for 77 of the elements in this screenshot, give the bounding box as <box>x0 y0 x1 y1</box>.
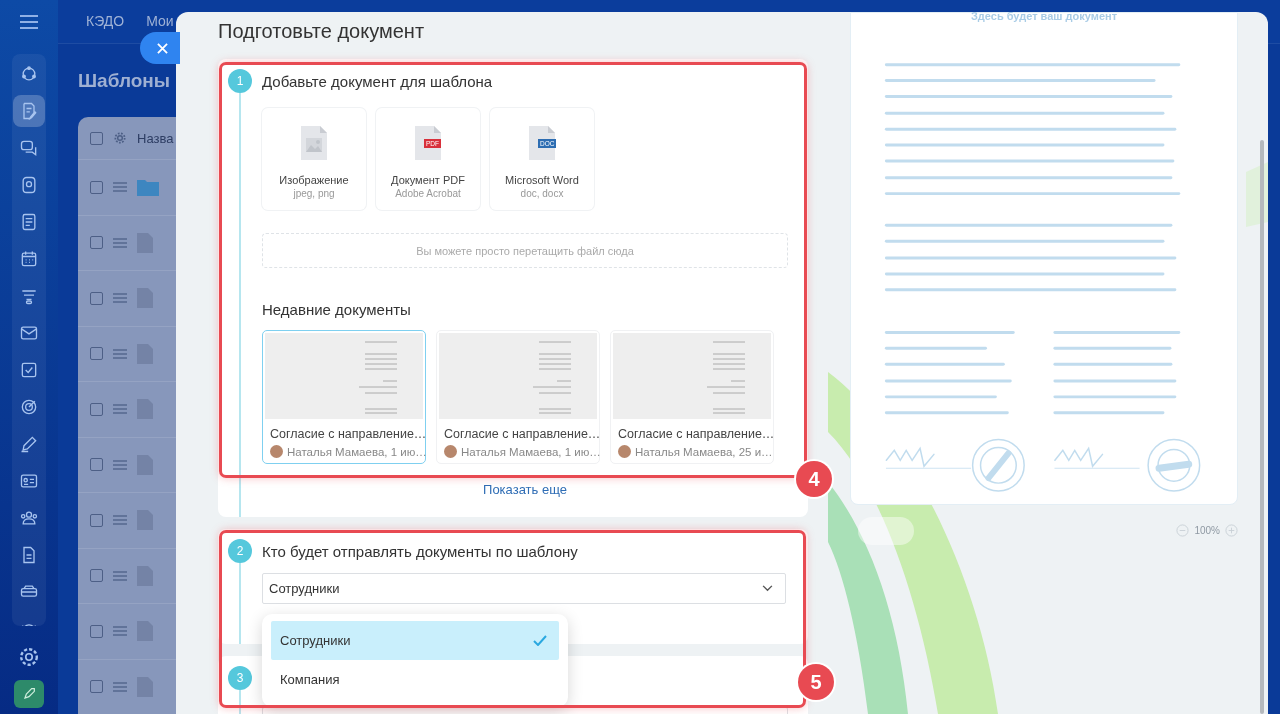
page-title: Шаблоны <box>78 70 171 92</box>
step-number: 2 <box>228 539 252 563</box>
zoom-in-icon[interactable] <box>1225 524 1238 537</box>
checkbox[interactable] <box>90 347 103 361</box>
drag-handle-icon[interactable] <box>113 293 127 304</box>
chat-icon <box>19 138 39 158</box>
panel-title: Подготовьте документ <box>218 20 426 43</box>
document-title: Согласие с направление… <box>444 427 597 441</box>
avatar <box>270 445 283 458</box>
step-title: Добавьте документ для шаблона <box>262 73 494 91</box>
step-number: 1 <box>228 69 252 93</box>
menu-icon[interactable] <box>18 12 40 32</box>
calendar-icon <box>19 249 39 269</box>
drag-handle-icon[interactable] <box>113 626 127 637</box>
checkbox[interactable] <box>90 569 103 583</box>
document-meta: Наталья Мамаева, 25 и… <box>635 445 773 458</box>
document-title: Согласие с направление… <box>270 427 423 441</box>
chevron-down-icon <box>762 585 773 592</box>
option-hint: jpeg, png <box>293 188 335 199</box>
recent-document-card[interactable]: Согласие с направление… Наталья Мамаева, 25 и… <box>610 330 774 464</box>
option-label: Документ PDF <box>391 174 465 186</box>
drag-handle-icon[interactable] <box>113 348 127 359</box>
document-meta: Наталья Мамаева, 1 ию… <box>461 445 601 458</box>
drag-handle-icon[interactable] <box>113 404 127 415</box>
sidebar-item[interactable] <box>13 95 45 127</box>
drag-handle-icon[interactable] <box>113 182 127 193</box>
checkbox[interactable] <box>90 458 103 472</box>
scrollbar[interactable] <box>1260 140 1264 714</box>
target-icon <box>19 397 39 417</box>
show-more-link[interactable]: Показать еще <box>483 464 567 513</box>
drag-handle-icon[interactable] <box>113 459 127 470</box>
select-field[interactable]: Сотрудники <box>262 573 786 604</box>
folder-icon <box>137 178 159 197</box>
step-number: 3 <box>228 666 252 690</box>
avatar <box>444 445 457 458</box>
checkbox[interactable] <box>90 180 103 194</box>
drag-handle-icon[interactable] <box>113 237 127 248</box>
option-hint: doc, docx <box>520 188 564 199</box>
recent-document-card[interactable]: Согласие с направление… Наталья Мамаева, 1 ию… <box>436 330 600 464</box>
drag-handle-icon[interactable] <box>113 681 127 692</box>
zoom-level: 100% <box>1194 525 1220 536</box>
column-header: Назва <box>137 130 174 146</box>
checkbox[interactable] <box>90 680 103 694</box>
check-icon <box>533 635 547 646</box>
nav-tab[interactable]: КЭДО <box>86 14 125 29</box>
dropdown-option[interactable]: Сотрудники <box>271 621 559 660</box>
rocket-button[interactable] <box>14 680 44 708</box>
callout-number: 5 <box>798 664 834 700</box>
section-title: Недавние документы <box>262 301 412 318</box>
option-label: Microsoft Word <box>505 174 579 186</box>
checkbox[interactable] <box>90 291 103 305</box>
checkbox[interactable] <box>90 236 103 250</box>
checkbox[interactable] <box>90 513 103 527</box>
checkbox[interactable] <box>90 402 103 416</box>
upload-option-card[interactable]: Изображение jpeg, png <box>262 108 366 210</box>
drag-handle-icon[interactable] <box>113 570 127 581</box>
callout-number: 4 <box>796 461 832 497</box>
checkbox-icon <box>19 360 39 380</box>
preview-caption: Здесь будет ваш документ <box>970 12 1118 22</box>
checkbox[interactable] <box>90 131 103 145</box>
step-title: Кто будет отправлять документы по шаблону <box>262 543 579 561</box>
pager-control[interactable] <box>858 517 914 545</box>
pen-icon <box>19 434 39 454</box>
avatar <box>618 445 631 458</box>
dropdown-option[interactable]: Компания <box>271 660 559 699</box>
option-hint: Adobe Acrobat <box>395 188 461 199</box>
image-file-icon <box>301 126 327 160</box>
close-icon <box>156 42 168 54</box>
option-label: Изображение <box>279 174 349 186</box>
document-title: Согласие с направление… <box>618 427 771 441</box>
checkbox[interactable] <box>90 624 103 638</box>
close-button[interactable] <box>140 32 180 64</box>
zoom-out-icon[interactable] <box>1176 524 1190 537</box>
file-icon <box>529 126 555 160</box>
nav-tab[interactable]: Мои <box>146 14 174 29</box>
settings-icon[interactable] <box>18 646 40 668</box>
drag-handle-icon[interactable] <box>113 515 127 526</box>
